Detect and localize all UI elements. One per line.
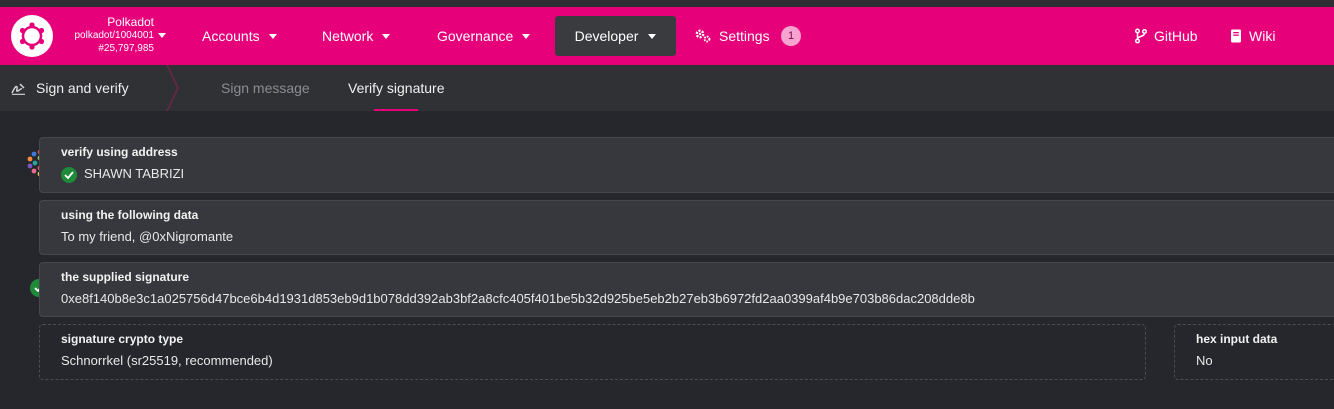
chevron-down-icon [382, 33, 391, 39]
hex-input-label: hex input data [1196, 332, 1278, 346]
polkadot-logo-icon[interactable] [11, 15, 53, 57]
address-field-value: SHAWN TABRIZI [61, 166, 184, 183]
chevron-down-icon [268, 33, 277, 39]
nav-developer-label: Developer [574, 28, 639, 44]
nav-wiki-label: Wiki [1249, 28, 1276, 44]
nav-github[interactable]: GitHub [1134, 7, 1198, 65]
crypto-type-field: signature crypto type Schnorrkel (sr2551… [39, 324, 1146, 380]
nav-accounts-label: Accounts [202, 28, 260, 44]
book-icon [1231, 29, 1241, 43]
nav-accounts[interactable]: Accounts [202, 7, 277, 65]
nav-settings-label: Settings [719, 28, 770, 44]
nav-governance-label: Governance [437, 28, 514, 44]
nav-wiki[interactable]: Wiki [1230, 7, 1275, 65]
data-field-value: To my friend, @0xNigromante [61, 229, 234, 244]
address-field[interactable]: verify using address SHAWN TABRIZI [39, 137, 1334, 193]
sub-navbar: Sign and verify Sign message Verify sign… [0, 65, 1334, 111]
chain-version: polkadot/1004001 [74, 30, 154, 41]
hex-input-value: No [1196, 353, 1213, 368]
chevron-down-icon [648, 33, 657, 39]
settings-badge: 1 [781, 26, 801, 46]
active-tab-indicator [374, 109, 418, 111]
address-field-label: verify using address [61, 145, 178, 159]
signature-icon [11, 83, 25, 95]
nav-network[interactable]: Network [322, 7, 391, 65]
data-field[interactable]: using the following data To my friend, @… [39, 200, 1334, 255]
address-account-name: SHAWN TABRIZI [84, 166, 185, 181]
nav-governance[interactable]: Governance [437, 7, 531, 65]
nav-settings[interactable]: Settings [694, 7, 770, 65]
chevron-down-icon[interactable] [158, 33, 166, 38]
chain-block: #25,797,985 [98, 43, 154, 54]
chevron-down-icon [522, 33, 531, 39]
breadcrumb-chevron-icon [166, 65, 179, 111]
crypto-type-value: Schnorrkel (sr25519, recommended) [61, 353, 273, 368]
tab-verify-signature[interactable]: Verify signature [348, 65, 445, 111]
signature-field-value: 0xe8f140b8e3c1a025756d47bce6b4d1931d853e… [61, 291, 975, 306]
data-field-label: using the following data [61, 208, 199, 222]
nav-network-label: Network [322, 28, 374, 44]
nav-github-label: GitHub [1154, 28, 1198, 44]
tab-sign-message[interactable]: Sign message [221, 65, 310, 111]
signature-field-label: the supplied signature [61, 270, 190, 284]
top-navbar: Polkadot polkadot/1004001 #25,797,985 Ac… [0, 7, 1334, 65]
git-branch-icon [1134, 28, 1148, 44]
window-top-strip [0, 0, 1334, 7]
chain-name: Polkadot [107, 15, 154, 29]
chain-selector[interactable]: Polkadot polkadot/1004001 #25,797,985 [60, 16, 154, 55]
section-title: Sign and verify [11, 65, 129, 111]
signature-field[interactable]: the supplied signature 0xe8f140b8e3c1a02… [39, 262, 1334, 317]
nav-developer[interactable]: Developer [555, 16, 676, 56]
hex-input-field: hex input data No [1174, 324, 1334, 380]
crypto-type-label: signature crypto type [61, 332, 184, 346]
check-icon [61, 166, 77, 183]
section-title-label: Sign and verify [36, 80, 129, 96]
gears-icon [695, 29, 711, 43]
